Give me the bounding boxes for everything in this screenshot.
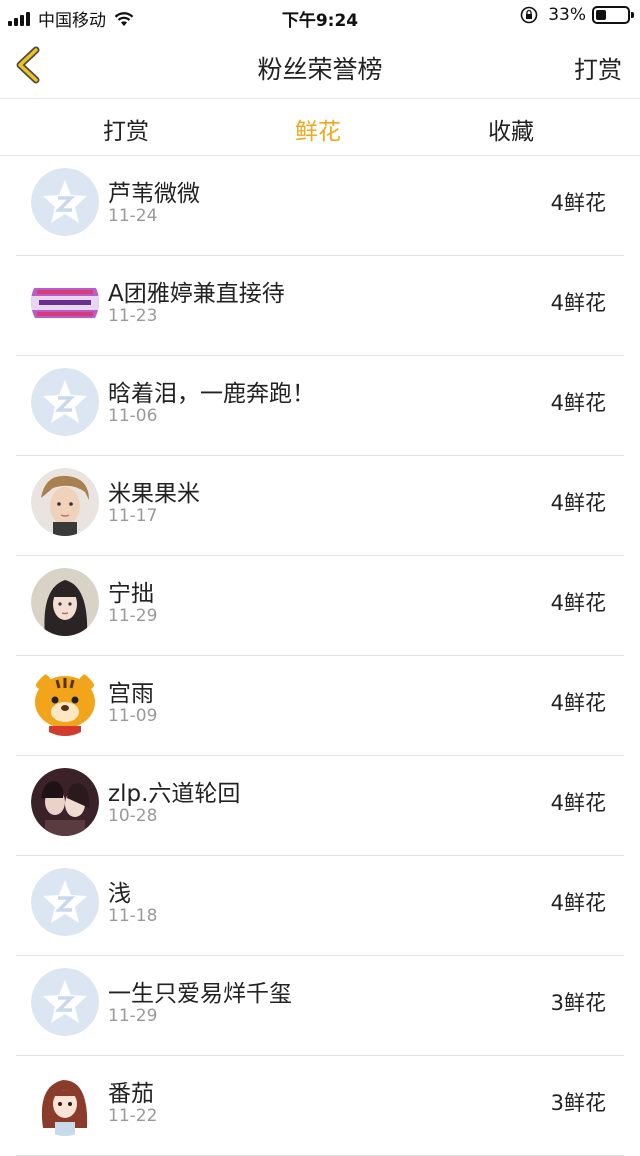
tab-bar: 打赏 鲜花 收藏 <box>0 99 640 156</box>
list-item[interactable]: 宫雨 11-09 4鲜花 <box>0 656 640 756</box>
nav-bar: 粉丝荣誉榜 打赏 <box>0 34 640 99</box>
battery-percent: 33% <box>548 5 586 25</box>
fan-name: 一生只爱易烊千玺 <box>108 981 292 1007</box>
fan-name: 宁拙 <box>108 581 154 607</box>
fan-name: zlp.六道轮回 <box>108 781 241 807</box>
fan-date: 11-23 <box>108 306 158 326</box>
list-item[interactable]: 米果果米 11-17 4鲜花 <box>0 456 640 556</box>
list-item[interactable]: 芦苇微微 11-24 4鲜花 <box>0 156 640 256</box>
flower-count: 4鲜花 <box>550 691 606 715</box>
ranking-list: 芦苇微微 11-24 4鲜花 A团雅婷兼直接待 11-23 4鲜花 晗着泪，一鹿… <box>0 156 640 1156</box>
tab-favorites[interactable]: 收藏 <box>451 112 571 146</box>
fan-date: 10-28 <box>108 806 158 826</box>
fan-name: 番茄 <box>108 1081 154 1107</box>
banner-avatar <box>31 268 99 336</box>
tab-flowers[interactable]: 鲜花 <box>258 112 378 146</box>
battery-icon <box>592 6 634 24</box>
fan-date: 11-24 <box>108 206 158 226</box>
tiger-avatar <box>31 668 99 736</box>
fan-date: 11-18 <box>108 906 158 926</box>
tab-reward[interactable]: 打赏 <box>66 112 186 146</box>
status-right: 33% <box>520 5 634 25</box>
flower-count: 4鲜花 <box>550 291 606 315</box>
list-item[interactable]: A团雅婷兼直接待 11-23 4鲜花 <box>0 256 640 356</box>
status-bar: 中国移动 下午9:24 33% <box>0 0 640 34</box>
default-avatar-icon <box>31 368 99 436</box>
rotation-lock-icon <box>520 6 538 24</box>
fan-date: 11-06 <box>108 406 158 426</box>
default-avatar-icon <box>31 168 99 236</box>
fan-name: 芦苇微微 <box>108 181 200 207</box>
photo-avatar <box>31 568 99 636</box>
fan-date: 11-22 <box>108 1106 158 1126</box>
flower-count: 4鲜花 <box>550 891 606 915</box>
flower-count: 3鲜花 <box>550 1091 606 1115</box>
flower-count: 4鲜花 <box>550 791 606 815</box>
photo-avatar <box>31 768 99 836</box>
list-item[interactable]: 浅 11-18 4鲜花 <box>0 856 640 956</box>
list-item[interactable]: 番茄 11-22 3鲜花 <box>0 1056 640 1156</box>
battery-fill <box>596 10 606 20</box>
fan-date: 11-17 <box>108 506 158 526</box>
list-item[interactable]: zlp.六道轮回 10-28 4鲜花 <box>0 756 640 856</box>
fan-date: 11-29 <box>108 1006 158 1026</box>
fan-date: 11-09 <box>108 706 158 726</box>
list-item[interactable]: 一生只爱易烊千玺 11-29 3鲜花 <box>0 956 640 1056</box>
fan-name: 晗着泪，一鹿奔跑！ <box>108 381 315 407</box>
default-avatar-icon <box>31 968 99 1036</box>
flower-count: 4鲜花 <box>550 391 606 415</box>
flower-count: 4鲜花 <box>550 191 606 215</box>
flower-count: 3鲜花 <box>550 991 606 1015</box>
list-item[interactable]: 晗着泪，一鹿奔跑！ 11-06 4鲜花 <box>0 356 640 456</box>
fan-name: 米果果米 <box>108 481 200 507</box>
list-item[interactable]: 宁拙 11-29 4鲜花 <box>0 556 640 656</box>
fan-date: 11-29 <box>108 606 158 626</box>
anime-avatar <box>31 1068 99 1136</box>
fan-name: A团雅婷兼直接待 <box>108 281 285 307</box>
flower-count: 4鲜花 <box>550 591 606 615</box>
flower-count: 4鲜花 <box>550 491 606 515</box>
default-avatar-icon <box>31 868 99 936</box>
reward-button[interactable]: 打赏 <box>574 50 622 85</box>
fan-name: 浅 <box>108 881 131 907</box>
fan-name: 宫雨 <box>108 681 154 707</box>
page-title: 粉丝荣誉榜 <box>257 55 383 84</box>
photo-avatar <box>31 468 99 536</box>
